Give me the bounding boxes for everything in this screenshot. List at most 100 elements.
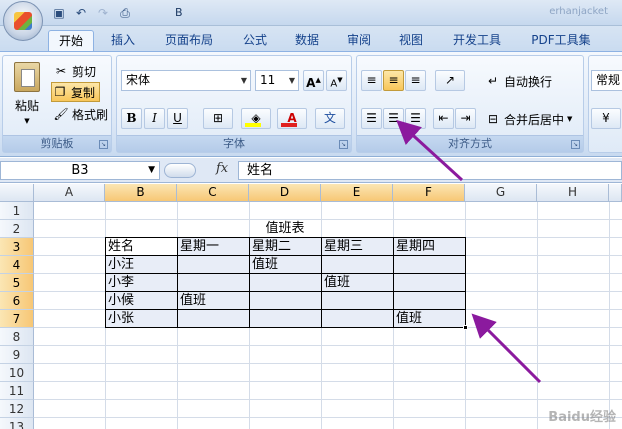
paste-button[interactable]: 粘贴 ▼: [9, 62, 45, 126]
wrap-text-button[interactable]: ↵ 自动换行: [485, 71, 552, 91]
font-launcher-icon[interactable]: ↘: [339, 140, 348, 149]
format-painter-button[interactable]: 🖌 格式刷: [53, 104, 108, 124]
merge-center-button[interactable]: ⊟ 合并后居中 ▼: [485, 109, 572, 129]
tab-data[interactable]: 数据: [284, 30, 330, 52]
phonetic-button[interactable]: 文: [315, 108, 345, 129]
row-header-5[interactable]: 5: [0, 274, 34, 292]
table-cell[interactable]: [322, 256, 394, 274]
number-format-combo[interactable]: 常规: [591, 70, 622, 91]
fill-color-button[interactable]: ◈: [241, 108, 271, 129]
row-header-3[interactable]: 3: [0, 238, 34, 256]
table-cell[interactable]: [394, 256, 466, 274]
row-header-11[interactable]: 11: [0, 382, 34, 400]
name-box[interactable]: B3 ▼: [0, 161, 160, 180]
office-button[interactable]: [3, 1, 43, 41]
cell-f3-header[interactable]: 星期四: [394, 238, 466, 256]
row-header-1[interactable]: 1: [0, 202, 34, 220]
table-cell[interactable]: 小汪: [106, 256, 178, 274]
paste-icon: [14, 62, 40, 92]
table-cell[interactable]: [178, 256, 250, 274]
insert-function-button[interactable]: fx: [216, 161, 228, 176]
cell-c3-header[interactable]: 星期一: [178, 238, 250, 256]
font-name-combo[interactable]: 宋体 ▼: [121, 70, 251, 91]
table-cell[interactable]: 小李: [106, 274, 178, 292]
tab-formulas[interactable]: 公式: [232, 30, 278, 52]
row-header-8[interactable]: 8: [0, 328, 34, 346]
table-cell[interactable]: 值班: [394, 310, 466, 328]
column-header-h[interactable]: H: [537, 184, 609, 202]
table-cell[interactable]: 值班: [322, 274, 394, 292]
table-cell[interactable]: [322, 292, 394, 310]
table-cell[interactable]: 值班: [250, 256, 322, 274]
table-cell[interactable]: [178, 310, 250, 328]
column-header-partial[interactable]: [609, 184, 622, 202]
column-header-b[interactable]: B: [105, 184, 177, 202]
table-cell[interactable]: 值班: [178, 292, 250, 310]
font-color-button[interactable]: A: [277, 108, 307, 129]
undo-icon[interactable]: ↶: [72, 4, 90, 21]
column-header-d[interactable]: D: [249, 184, 321, 202]
tab-review[interactable]: 审阅: [336, 30, 382, 52]
accounting-format-button[interactable]: ¥: [591, 108, 621, 129]
row-header-10[interactable]: 10: [0, 364, 34, 382]
row-header-6[interactable]: 6: [0, 292, 34, 310]
clipboard-launcher-icon[interactable]: ↘: [99, 140, 108, 149]
formula-expand-handle[interactable]: [164, 163, 196, 178]
column-header-a[interactable]: A: [34, 184, 105, 202]
borders-button[interactable]: ⊞: [203, 108, 233, 129]
tab-developer[interactable]: 开发工具: [444, 30, 510, 52]
shrink-font-button[interactable]: A▼: [326, 70, 347, 91]
save-icon[interactable]: ▣: [50, 4, 68, 21]
column-header-c[interactable]: C: [177, 184, 249, 202]
tab-view[interactable]: 视图: [388, 30, 434, 52]
row-header-9[interactable]: 9: [0, 346, 34, 364]
tab-pdf-tools[interactable]: PDF工具集: [522, 30, 600, 52]
row-header-4[interactable]: 4: [0, 256, 34, 274]
orientation-button[interactable]: ↗: [435, 70, 465, 91]
row-header-12[interactable]: 12: [0, 400, 34, 418]
table-cell[interactable]: [250, 274, 322, 292]
table-cell[interactable]: [250, 310, 322, 328]
column-header-f[interactable]: F: [393, 184, 465, 202]
table-cell[interactable]: [178, 274, 250, 292]
table-cell[interactable]: [394, 274, 466, 292]
cell-e3-header[interactable]: 星期三: [322, 238, 394, 256]
table-cell[interactable]: [250, 292, 322, 310]
row-header-13[interactable]: 13: [0, 418, 34, 429]
align-bottom-button[interactable]: ≡: [405, 70, 426, 91]
cell-d2-table-title[interactable]: 值班表: [249, 220, 321, 238]
cell-b3-header[interactable]: 姓名: [106, 238, 178, 256]
cut-button[interactable]: ✂ 剪切: [53, 61, 96, 81]
table-cell[interactable]: [394, 292, 466, 310]
column-header-e[interactable]: E: [321, 184, 393, 202]
cell-d3-header[interactable]: 星期二: [250, 238, 322, 256]
align-left-button[interactable]: ☰: [361, 108, 382, 129]
underline-button[interactable]: U: [167, 108, 188, 129]
align-center-button[interactable]: ☰: [383, 108, 404, 129]
font-size-combo[interactable]: 11 ▼: [255, 70, 299, 91]
align-middle-button[interactable]: ≡: [383, 70, 404, 91]
table-cell[interactable]: [322, 310, 394, 328]
tab-page-layout[interactable]: 页面布局: [158, 30, 220, 52]
grow-font-button[interactable]: A▲: [303, 70, 324, 91]
print-preview-icon[interactable]: ⎙: [116, 4, 134, 21]
fill-handle[interactable]: [463, 325, 468, 330]
bold-button[interactable]: B: [121, 108, 142, 129]
redo-icon[interactable]: ↷: [94, 4, 112, 21]
copy-button[interactable]: ❐ 复制: [51, 82, 101, 102]
select-all-corner[interactable]: [0, 184, 34, 202]
row-header-7[interactable]: 7: [0, 310, 34, 328]
alignment-launcher-icon[interactable]: ↘: [571, 140, 580, 149]
decrease-indent-button[interactable]: ⇤: [433, 108, 454, 129]
formula-input[interactable]: 姓名: [238, 161, 622, 180]
tab-home[interactable]: 开始: [48, 30, 94, 52]
table-cell[interactable]: 小张: [106, 310, 178, 328]
italic-button[interactable]: I: [144, 108, 165, 129]
align-right-button[interactable]: ☰: [405, 108, 426, 129]
tab-insert[interactable]: 插入: [100, 30, 146, 52]
row-header-2[interactable]: 2: [0, 220, 34, 238]
table-cell[interactable]: 小候: [106, 292, 178, 310]
align-top-button[interactable]: ≡: [361, 70, 382, 91]
increase-indent-button[interactable]: ⇥: [455, 108, 476, 129]
column-header-g[interactable]: G: [465, 184, 537, 202]
